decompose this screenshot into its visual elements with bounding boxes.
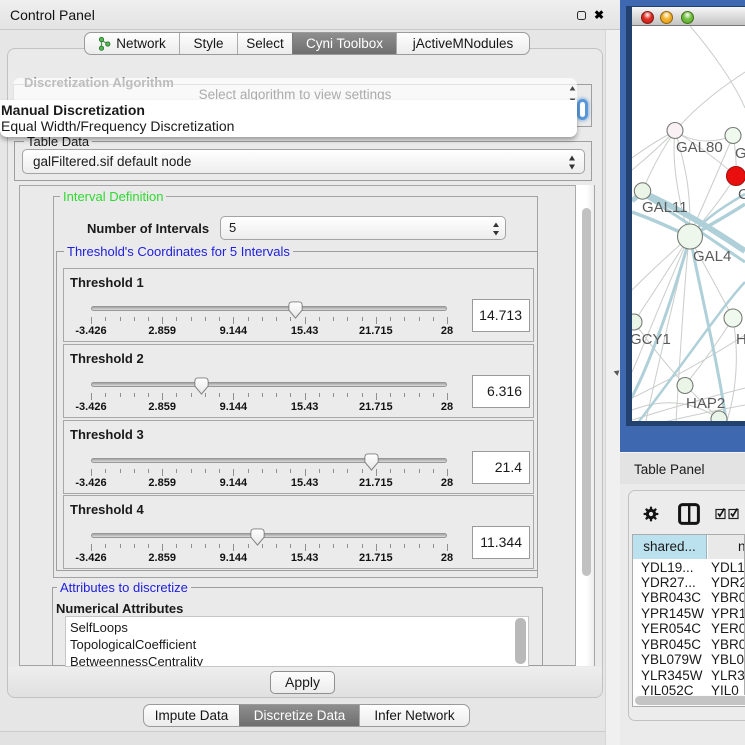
svg-text:GAL11: GAL11 (642, 199, 688, 216)
svg-text:C: C (738, 186, 745, 203)
svg-text:HAP2: HAP2 (686, 395, 725, 412)
svg-text:GAL80: GAL80 (676, 139, 723, 156)
svg-text:H: H (736, 331, 745, 348)
svg-text:GAL4: GAL4 (693, 248, 731, 265)
svg-text:GA: GA (735, 145, 745, 162)
svg-text:GCY1: GCY1 (632, 331, 671, 348)
